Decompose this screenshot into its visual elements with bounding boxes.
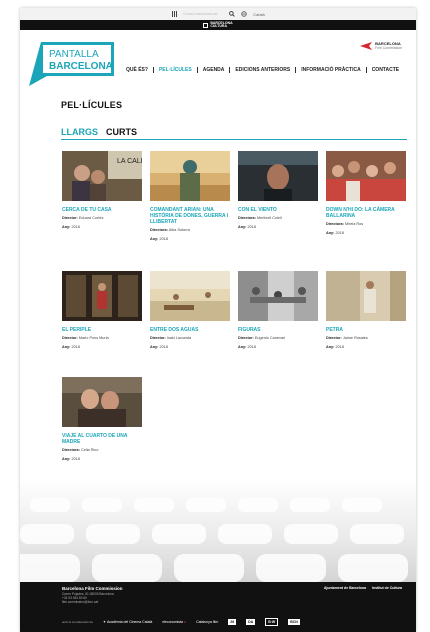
nav-item-informacio-practica[interactable]: INFORMACIÓ PRÀCTICA	[296, 67, 367, 73]
film-card[interactable]: VIAJE AL CUARTO DE UNA MADRE Directora: …	[62, 377, 142, 461]
nav-item-pellicules[interactable]: PEL·LÍCULES	[154, 67, 198, 73]
film-thumbnail[interactable]	[238, 151, 318, 201]
da-logo[interactable]: DA	[246, 619, 256, 625]
film-year: 2018	[159, 237, 168, 241]
search-icon[interactable]	[229, 11, 235, 17]
film-year: 2018	[335, 345, 344, 349]
page-frame: Cerca a barcelona.cat Català BARCELONA C…	[20, 8, 416, 632]
film-thumbnail[interactable]	[62, 271, 142, 321]
logo-line-1: PANTALLA	[49, 49, 99, 60]
language-selector[interactable]: Català	[253, 12, 265, 17]
film-thumbnail[interactable]: LA CALLE	[62, 151, 142, 201]
film-title[interactable]: DOWN N'HI DO: LA CÀMERA BALLARINA	[326, 207, 406, 219]
film-director: Celia Rico	[81, 448, 99, 452]
film-title[interactable]: PETRA	[326, 327, 406, 333]
sponsors-label: amb la col·laboració de	[62, 620, 94, 624]
film-thumbnail[interactable]	[150, 271, 230, 321]
film-year: 2018	[335, 231, 344, 235]
film-year: 2018	[71, 457, 80, 461]
film-director: Mario Pons Muria	[78, 336, 109, 340]
film-title[interactable]: ENTRE DOS AGUAS	[150, 327, 230, 333]
academia-icon: ✦	[103, 620, 106, 624]
26-logo[interactable]: 26	[228, 619, 237, 625]
svg-text:LA CALLE: LA CALLE	[117, 158, 142, 165]
footer-org-name: Barcelona Film Commission	[62, 586, 123, 591]
film-card[interactable]: COMANDANT ARIAN: UNA HISTÒRIA DE DONES, …	[150, 151, 230, 241]
film-director: Meritxell Colell	[257, 216, 282, 220]
film-commission-arrow-icon	[360, 42, 373, 50]
barcelona-logo-icon	[203, 22, 209, 28]
film-card[interactable]: PETRA Director: Jaime Rosales Any: 2018	[326, 271, 406, 349]
nav-item-agenda[interactable]: AGENDA	[198, 67, 231, 73]
footer-institutions: Ajuntament de Barcelona Institut de Cult…	[324, 586, 402, 590]
film-year: 2018	[71, 345, 80, 349]
film-director: Eduard Cortés	[78, 216, 104, 220]
film-year: 2018	[247, 225, 256, 229]
eleconomista-dot-icon: ●	[183, 620, 187, 624]
site-header: PANTALLA BARCELONA QUÈ ÉS? PEL·LÍCULES A…	[20, 30, 416, 88]
film-title[interactable]: COMANDANT ARIAN: UNA HISTÒRIA DE DONES, …	[150, 207, 230, 225]
search-input[interactable]: Cerca a barcelona.cat	[183, 12, 223, 16]
institut-cultura-link[interactable]: Institut de Cultura	[372, 586, 402, 590]
film-card[interactable]: LA CALLE CERCA DE TU CASA Director: Edua…	[62, 151, 142, 229]
barcelona-cultura-logo[interactable]: BARCELONA CULTURA	[203, 21, 233, 29]
film-year: 2018	[159, 345, 168, 349]
footer-email-link[interactable]: film.commission@bcn.cat	[62, 600, 114, 604]
tab-curts[interactable]: CURTS	[106, 127, 137, 137]
bwa-logo[interactable]: B·W	[265, 618, 279, 626]
film-year: 2018	[247, 345, 256, 349]
film-card[interactable]: DOWN N'HI DO: LA CÀMERA BALLARINA Direct…	[326, 151, 406, 235]
academia-logo[interactable]: ✦ Acadèmia del Cinema Català	[103, 620, 152, 624]
film-title[interactable]: VIAJE AL CUARTO DE UNA MADRE	[62, 433, 142, 445]
film-card[interactable]: CON EL VIENTO Directora: Meritxell Colel…	[238, 151, 318, 229]
film-title[interactable]: CERCA DE TU CASA	[62, 207, 142, 213]
tab-llargs[interactable]: LLARGS	[61, 127, 98, 137]
site-footer: Barcelona Film Commission Carrer Pujades…	[20, 582, 416, 632]
film-thumbnail[interactable]	[238, 271, 318, 321]
bcn-logo[interactable]: BCN	[288, 619, 300, 625]
cinema-seats-background	[20, 478, 416, 582]
film-thumbnail[interactable]	[326, 271, 406, 321]
film-director: Jaime Rosales	[342, 336, 368, 340]
eleconomista-logo[interactable]: eleconomista ●	[162, 620, 186, 624]
film-title[interactable]: FIGURAS	[238, 327, 318, 333]
main-nav: QUÈ ÉS? PEL·LÍCULES AGENDA EDICIONS ANTE…	[121, 67, 404, 73]
catalunya-film-logo[interactable]: Catalunya film	[196, 620, 218, 624]
film-director: Alba Sotorra	[168, 228, 190, 232]
film-year: 2016	[71, 225, 80, 229]
film-title[interactable]: EL PERIPLE	[62, 327, 142, 333]
globe-icon[interactable]	[241, 11, 247, 17]
pantalla-barcelona-logo[interactable]: PANTALLA BARCELONA	[29, 42, 114, 86]
film-thumbnail[interactable]	[62, 377, 142, 427]
film-director: Isaki Lacuesta	[166, 336, 192, 340]
film-director: Mireia Ros	[345, 222, 364, 226]
film-card[interactable]: ENTRE DOS AGUAS Director: Isaki Lacuesta…	[150, 271, 230, 349]
footer-address: Carrer Pujades, 61 08005 Barcelona +34 9…	[62, 592, 114, 605]
logo-line-2: BARCELONA	[49, 61, 113, 72]
nav-item-que-es[interactable]: QUÈ ÉS?	[121, 67, 154, 73]
film-commission-logo[interactable]: BARCELONA Film Commission	[360, 42, 402, 50]
page-title: PEL·LÍCULES	[61, 100, 123, 110]
nav-item-contacte[interactable]: CONTACTE	[367, 67, 404, 73]
sponsor-logos: amb la col·laboració de ✦ Acadèmia del Ci…	[62, 618, 300, 626]
ajuntament-link[interactable]: Ajuntament de Barcelona	[324, 586, 366, 590]
film-title[interactable]: CON EL VIENTO	[238, 207, 318, 213]
city-bar: BARCELONA CULTURA	[20, 20, 416, 30]
apps-grid-icon[interactable]	[171, 11, 177, 17]
film-thumbnail[interactable]	[150, 151, 230, 201]
film-thumbnail[interactable]	[326, 151, 406, 201]
tabs-underline	[61, 139, 407, 140]
film-card[interactable]: EL PERIPLE Director: Mario Pons Muria An…	[62, 271, 142, 349]
film-tabs: LLARGS CURTS	[61, 127, 407, 140]
top-utility-bar: Cerca a barcelona.cat Català	[20, 8, 416, 20]
nav-item-edicions-anteriors[interactable]: EDICIONS ANTERIORS	[230, 67, 297, 73]
film-card[interactable]: FIGURAS Director: Eugenio Canevari Any: …	[238, 271, 318, 349]
film-director: Eugenio Canevari	[254, 336, 286, 340]
